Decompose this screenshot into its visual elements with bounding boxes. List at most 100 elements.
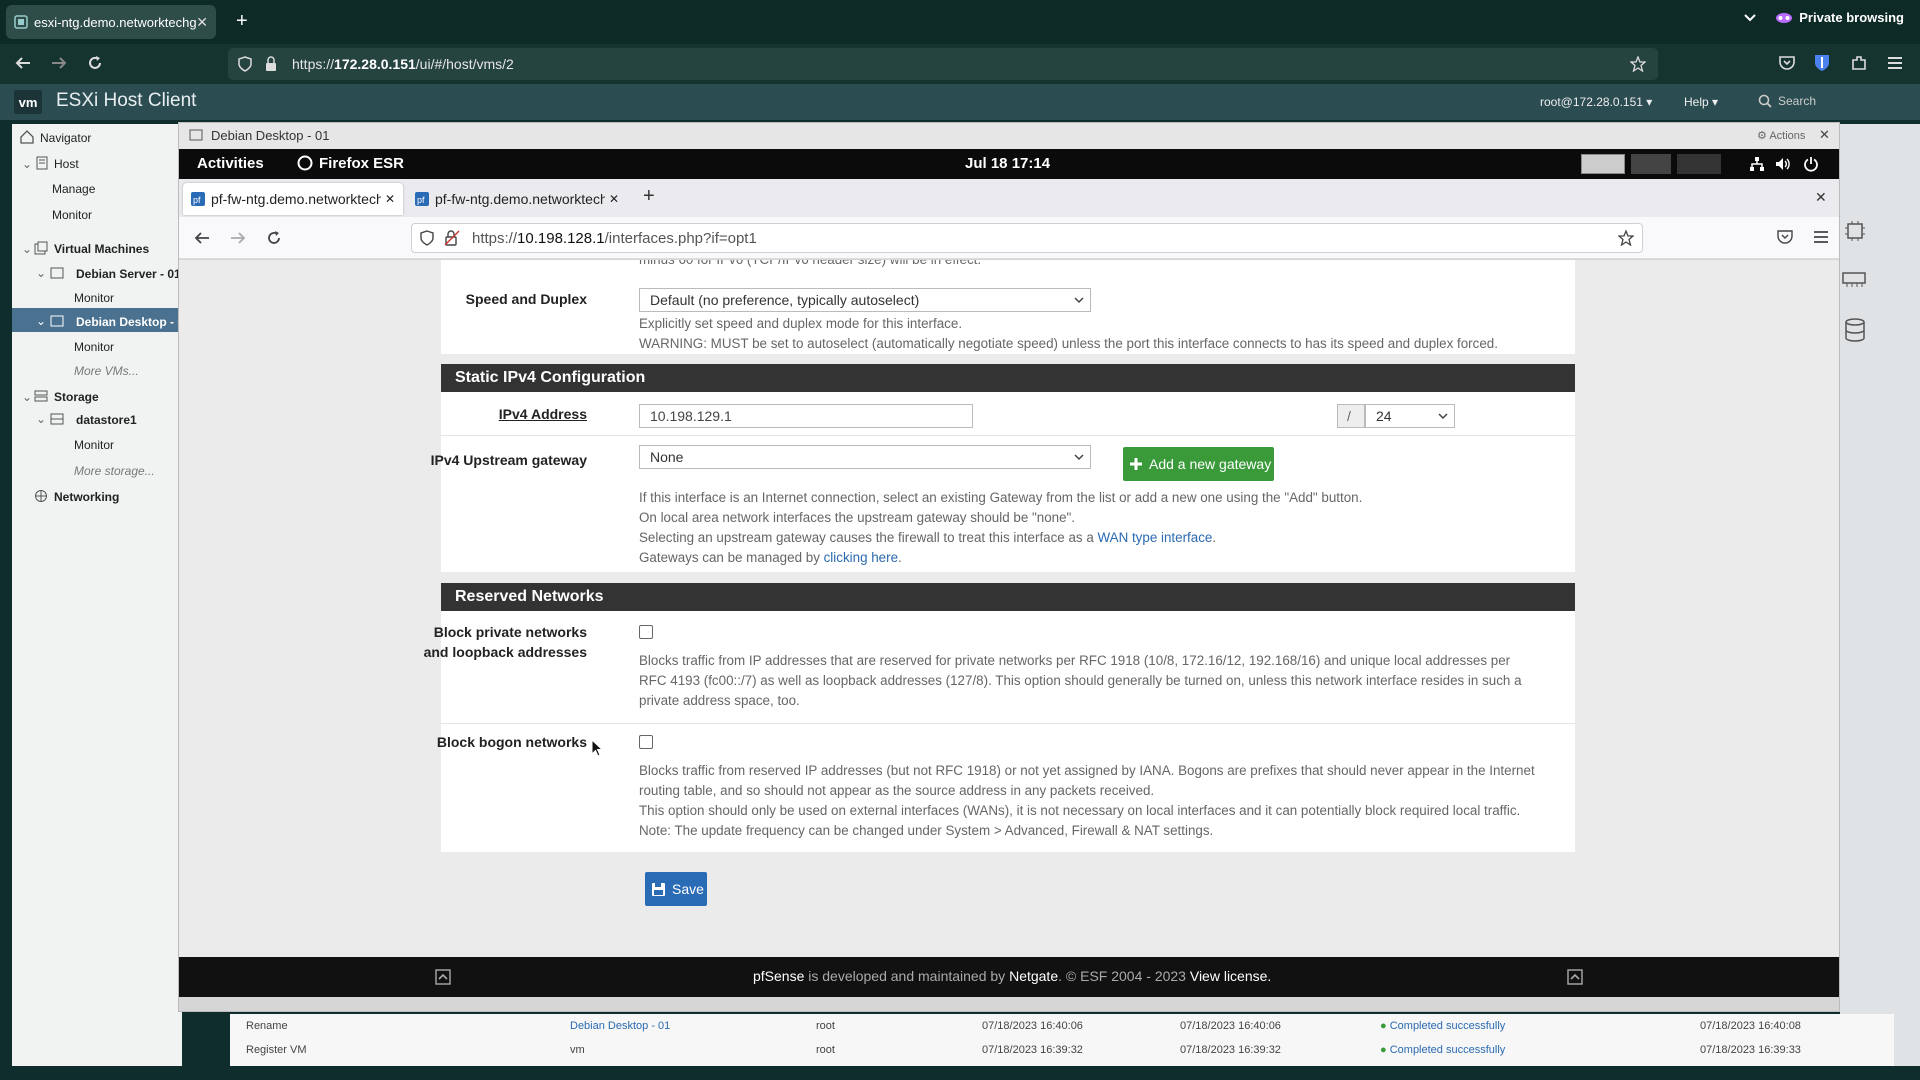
volume-icon[interactable] — [1775, 156, 1791, 172]
url-host: 10.198.128.1 — [517, 229, 605, 247]
list-tabs-icon[interactable] — [1743, 13, 1757, 23]
nav-host[interactable]: Host — [54, 157, 79, 171]
nav-vm1-monitor[interactable]: Monitor — [74, 291, 114, 305]
close-icon[interactable]: ✕ — [1819, 127, 1830, 143]
storage-stack-icon — [1844, 318, 1866, 342]
chevron-down-icon[interactable]: ⌄ — [36, 266, 46, 280]
gateway-help-4-text: Gateways can be managed by — [639, 550, 824, 565]
view-license-link[interactable]: View license. — [1190, 968, 1271, 984]
nav-vm-debian-server[interactable]: Debian Server - 01 — [76, 267, 182, 281]
task-result-label: Completed successfully — [1389, 1020, 1506, 1032]
console-actions[interactable]: ⚙ Actions — [1757, 129, 1805, 142]
host-url-bar[interactable]: https://172.28.0.151/ui/#/host/vms/2 — [228, 48, 1658, 80]
guest-tab-inactive[interactable]: pf pf-fw-ntg.demo.networktechguy ✕ — [407, 183, 627, 215]
nav-vm2-monitor[interactable]: Monitor — [74, 340, 114, 354]
forward-arrow-icon[interactable] — [50, 54, 68, 72]
bookmark-star-icon[interactable] — [1630, 56, 1646, 72]
save-button[interactable]: Save — [645, 872, 707, 906]
gateway-help-2: On local area network interfaces the ups… — [639, 510, 1076, 525]
block-bogon-checkbox[interactable] — [639, 735, 653, 749]
extensions-icon[interactable] — [1850, 54, 1868, 72]
nav-more-storage[interactable]: More storage... — [74, 464, 155, 478]
footer-left-icon[interactable] — [435, 969, 451, 985]
forward-arrow-icon[interactable] — [229, 229, 247, 247]
chevron-down-icon — [1074, 295, 1084, 305]
cidr-select[interactable]: 24 — [1365, 404, 1455, 428]
nav-more-vms[interactable]: More VMs... — [74, 364, 139, 378]
wan-type-link[interactable]: WAN type interface — [1098, 530, 1213, 545]
guest-tab2-title: pf-fw-ntg.demo.networktechguy — [435, 191, 605, 207]
user-menu[interactable]: root@172.28.0.151 ▾ — [1540, 95, 1652, 109]
block-private-checkbox[interactable] — [639, 625, 653, 639]
chevron-down-icon[interactable]: ⌄ — [22, 157, 32, 171]
ipv4-address-input[interactable]: 10.198.129.1 — [639, 404, 973, 428]
close-window-icon[interactable]: ✕ — [1815, 189, 1827, 206]
bitwarden-icon[interactable] — [1814, 54, 1830, 72]
host-tab-esxi[interactable]: esxi-ntg.demo.networktechguy ✕ — [6, 5, 216, 39]
reload-icon[interactable] — [265, 229, 283, 247]
app-menu[interactable]: Firefox ESR — [319, 155, 404, 172]
new-tab-button[interactable]: + — [236, 10, 248, 33]
speed-duplex-select[interactable]: Default (no preference, typically autose… — [639, 288, 1091, 312]
block-private-help-3: private address space, too. — [639, 693, 800, 708]
close-icon[interactable]: ✕ — [385, 192, 395, 206]
datastore-icon — [50, 412, 64, 426]
nav-networking[interactable]: Networking — [54, 490, 119, 504]
hamburger-menu-icon[interactable] — [1813, 229, 1829, 245]
mtu-help-cut: minus 60 for IPv6 (TCP/IPv6 header size)… — [639, 260, 981, 270]
guest-url-bar[interactable]: https://10.198.128.1/interfaces.php?if=o… — [411, 223, 1643, 253]
speed-help-1: Explicitly set speed and duplex mode for… — [639, 316, 963, 331]
table-row[interactable]: Register VM vm root 07/18/2023 16:39:32 … — [230, 1038, 1894, 1062]
add-gateway-label: Add a new gateway — [1149, 456, 1272, 472]
lock-icon[interactable] — [264, 56, 278, 72]
nav-datastore1[interactable]: datastore1 — [76, 413, 137, 427]
chevron-down-icon[interactable]: ⌄ — [36, 412, 46, 426]
task-target[interactable]: Debian Desktop - 01 — [570, 1020, 670, 1032]
new-tab-button[interactable]: + — [643, 185, 655, 208]
chevron-down-icon[interactable]: ⌄ — [22, 242, 32, 256]
nav-manage[interactable]: Manage — [52, 182, 95, 196]
footer-vendor[interactable]: Netgate — [1009, 968, 1058, 984]
chevron-down-icon[interactable]: ⌄ — [36, 314, 46, 328]
power-icon[interactable] — [1803, 156, 1819, 172]
back-arrow-icon[interactable] — [14, 54, 32, 72]
recent-tasks-table: Rename Debian Desktop - 01 root 07/18/20… — [230, 1014, 1894, 1066]
window-thumb-1[interactable] — [1581, 154, 1625, 174]
nav-storage[interactable]: Storage — [54, 390, 99, 404]
add-gateway-button[interactable]: Add a new gateway — [1123, 447, 1274, 481]
clicking-here-link[interactable]: clicking here — [824, 550, 898, 565]
bookmark-star-icon[interactable] — [1618, 230, 1634, 246]
help-menu[interactable]: Help ▾ — [1684, 95, 1718, 109]
nav-ds-monitor[interactable]: Monitor — [74, 438, 114, 452]
task-name: Register VM — [246, 1044, 307, 1056]
table-row[interactable]: Rename Debian Desktop - 01 root 07/18/20… — [230, 1014, 1894, 1038]
network-icon[interactable] — [1749, 156, 1765, 172]
search-icon — [1758, 94, 1772, 108]
task-target[interactable]: vm — [570, 1044, 585, 1056]
chevron-down-icon[interactable]: ⌄ — [22, 390, 32, 404]
pocket-icon[interactable] — [1778, 54, 1796, 72]
window-thumb-3[interactable] — [1677, 154, 1721, 174]
shield-icon[interactable] — [238, 56, 252, 72]
close-icon[interactable]: ✕ — [196, 14, 208, 31]
reload-icon[interactable] — [86, 54, 104, 72]
esxi-search[interactable]: Search — [1758, 94, 1816, 108]
guest-tab-active[interactable]: pf pf-fw-ntg.demo.networktechguy ✕ — [183, 183, 403, 215]
speed-duplex-value: Default (no preference, typically autose… — [650, 292, 920, 308]
nav-virtual-machines[interactable]: Virtual Machines — [54, 242, 149, 256]
nav-host-monitor[interactable]: Monitor — [52, 208, 92, 222]
activities-button[interactable]: Activities — [197, 155, 264, 172]
ipv4-gateway-select[interactable]: None — [639, 445, 1091, 469]
clock[interactable]: Jul 18 17:14 — [965, 155, 1050, 172]
pocket-icon[interactable] — [1777, 229, 1793, 245]
shield-icon[interactable] — [420, 230, 434, 246]
window-thumb-2[interactable] — [1631, 154, 1671, 174]
insecure-lock-icon[interactable] — [444, 230, 460, 246]
cpu-icon — [1844, 220, 1866, 242]
footer-right-icon[interactable] — [1567, 969, 1583, 985]
close-icon[interactable]: ✕ — [609, 192, 619, 206]
hamburger-menu-icon[interactable] — [1886, 54, 1904, 72]
nav-vm-debian-desktop[interactable]: Debian Desktop - 01 — [76, 315, 182, 329]
mouse-cursor-icon — [591, 739, 603, 757]
back-arrow-icon[interactable] — [193, 229, 211, 247]
